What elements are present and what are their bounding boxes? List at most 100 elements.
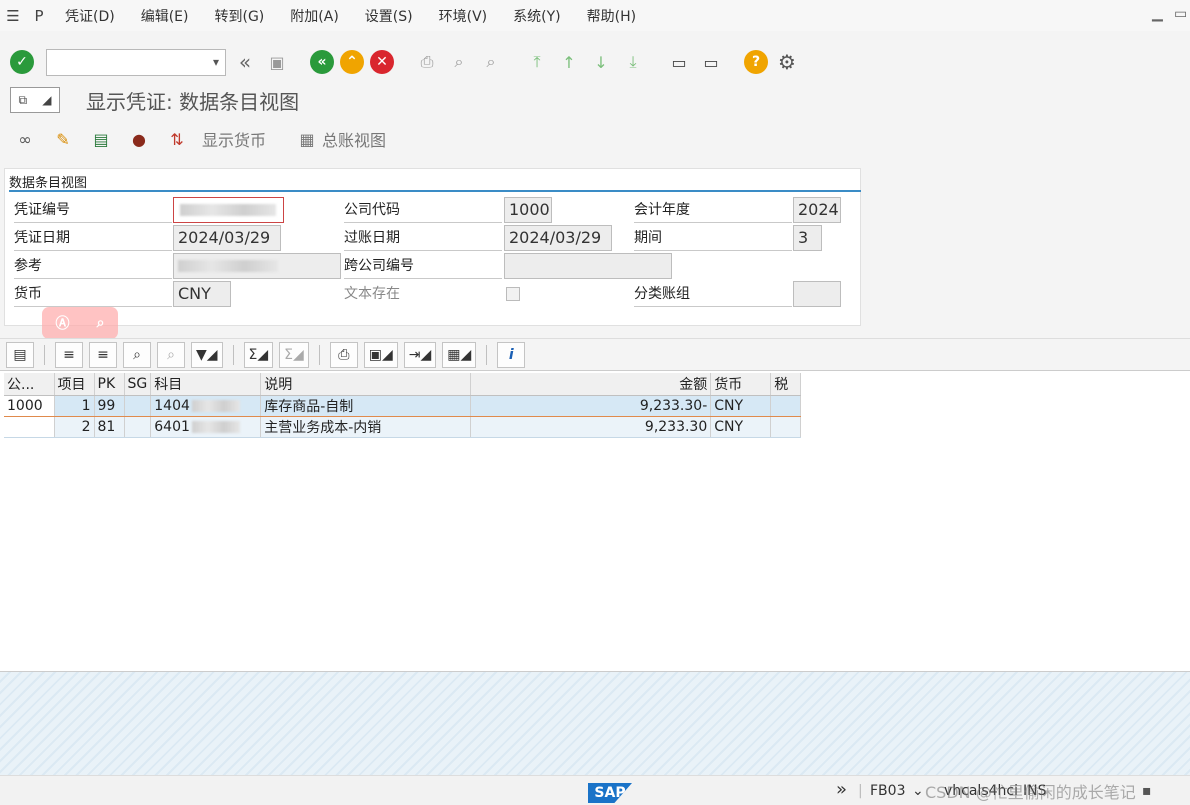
filter-icon[interactable]: ▼◢ bbox=[191, 341, 223, 368]
fiscal-year-field[interactable]: 2024 bbox=[793, 197, 841, 223]
reference-field[interactable] bbox=[173, 253, 341, 279]
cell-item[interactable]: 2 bbox=[54, 416, 95, 438]
find-icon[interactable]: ⌕ bbox=[123, 341, 151, 368]
details-icon[interactable]: ▤ bbox=[88, 126, 114, 152]
sum-icon[interactable]: Σ◢ bbox=[243, 341, 274, 368]
menu-edit[interactable]: 编辑(E) bbox=[128, 6, 202, 26]
info-icon[interactable]: i bbox=[497, 341, 526, 368]
check-icon[interactable]: ✓ bbox=[10, 50, 34, 74]
export-icon[interactable]: ⇥◢ bbox=[403, 341, 437, 368]
print-icon[interactable]: ⎙ bbox=[329, 341, 358, 368]
cell-sg[interactable] bbox=[124, 394, 152, 417]
col-tax[interactable]: 税 bbox=[770, 373, 802, 396]
shortcut-icon[interactable]: ▭ bbox=[698, 49, 724, 75]
col-pk[interactable]: PK bbox=[94, 373, 125, 396]
edit-document-icon[interactable]: ✎ bbox=[50, 126, 76, 152]
find-icon[interactable]: ⌕ bbox=[446, 49, 472, 75]
last-page-icon[interactable]: ⤓ bbox=[620, 49, 646, 75]
next-page-icon[interactable]: ↓ bbox=[588, 49, 614, 75]
cell-sg[interactable] bbox=[124, 416, 152, 438]
ai-icon[interactable]: Ⓐ bbox=[56, 313, 70, 333]
system-menu-icon[interactable]: ☰ bbox=[0, 0, 26, 31]
menu-settings[interactable]: 设置(S) bbox=[352, 6, 426, 26]
views-icon[interactable]: ▣◢ bbox=[363, 341, 398, 368]
up-icon[interactable]: ⌃ bbox=[340, 50, 364, 74]
table-row[interactable]: 2 81 6401 主营业务成本-内销 9,233.30 CNY bbox=[4, 416, 802, 438]
text-exists-checkbox[interactable] bbox=[506, 287, 520, 301]
print-icon[interactable]: ⎙ bbox=[414, 49, 440, 75]
menu-goto[interactable]: 转到(G) bbox=[202, 6, 278, 26]
display-currency-button[interactable]: 显示货币 bbox=[202, 127, 266, 151]
cell-account[interactable]: 1404 bbox=[150, 394, 262, 417]
ai-assistant-overlay[interactable]: Ⓐ ⌕ bbox=[42, 307, 118, 339]
posting-date-field[interactable]: 2024/03/29 bbox=[504, 225, 612, 251]
period-field[interactable]: 3 bbox=[793, 225, 822, 251]
search-icon[interactable]: ⌕ bbox=[97, 315, 105, 331]
command-field[interactable]: ▾ bbox=[46, 48, 226, 76]
menu-document[interactable]: 凭证(D) bbox=[52, 6, 128, 26]
session-menu-button[interactable]: ⧉ ◢ bbox=[10, 87, 60, 113]
col-currency[interactable]: 货币 bbox=[710, 373, 772, 396]
subtotal-icon[interactable]: Σ◢ bbox=[279, 341, 309, 368]
cell-tax[interactable] bbox=[770, 394, 802, 417]
ledger-group-field[interactable] bbox=[793, 281, 841, 307]
cell-tax[interactable] bbox=[770, 416, 802, 438]
cell-amount[interactable]: 9,233.30 bbox=[470, 416, 712, 438]
col-description[interactable]: 说明 bbox=[260, 373, 472, 396]
first-page-icon[interactable]: ⤒ bbox=[524, 49, 550, 75]
menu-extras[interactable]: 附加(A) bbox=[277, 6, 352, 26]
menu-bar: ☰ P 凭证(D) 编辑(E) 转到(G) 附加(A) 设置(S) 环境(V) … bbox=[0, 0, 1190, 31]
currency-field[interactable]: CNY bbox=[173, 281, 231, 307]
expand-status-icon[interactable]: » bbox=[836, 779, 847, 800]
cell-description[interactable]: 库存商品-自制 bbox=[260, 394, 472, 417]
find-next-icon[interactable]: ⌕ bbox=[157, 341, 185, 368]
customize-icon[interactable]: P bbox=[26, 0, 52, 31]
save-icon[interactable]: ▣ bbox=[264, 49, 290, 75]
sort-ascending-icon[interactable]: ≡ bbox=[55, 341, 83, 368]
new-session-icon[interactable]: ▭ bbox=[666, 49, 692, 75]
cell-company[interactable]: 1000 bbox=[4, 394, 55, 417]
layout-icon[interactable]: ▦◢ bbox=[442, 341, 477, 368]
currency-icon[interactable]: ⇅ bbox=[164, 126, 190, 152]
col-account[interactable]: 科目 bbox=[150, 373, 262, 396]
details-icon[interactable]: ▤ bbox=[6, 341, 34, 368]
doc-date-field[interactable]: 2024/03/29 bbox=[173, 225, 281, 251]
col-amount[interactable]: 金额 bbox=[470, 373, 712, 396]
chevron-down-icon[interactable]: ⌄ bbox=[912, 783, 924, 799]
hat-icon[interactable]: ● bbox=[126, 126, 152, 152]
ledger-icon[interactable]: ▦ bbox=[294, 126, 320, 152]
cell-item[interactable]: 1 bbox=[54, 394, 95, 417]
table-row[interactable]: 1000 1 99 1404 库存商品-自制 9,233.30- CNY bbox=[4, 394, 802, 417]
glasses-icon[interactable]: ∞ bbox=[12, 126, 38, 152]
cell-description[interactable]: 主营业务成本-内销 bbox=[260, 416, 472, 438]
col-company[interactable]: 公... bbox=[4, 373, 55, 396]
doc-no-field[interactable] bbox=[173, 197, 284, 223]
back-icon[interactable]: « bbox=[310, 50, 334, 74]
menu-system[interactable]: 系统(Y) bbox=[500, 6, 573, 26]
col-sg[interactable]: SG bbox=[124, 373, 152, 396]
cell-amount[interactable]: 9,233.30- bbox=[470, 394, 712, 417]
restore-icon[interactable]: ▭ bbox=[1174, 6, 1187, 22]
company-code-field[interactable]: 1000 bbox=[504, 197, 552, 223]
cell-pk[interactable]: 99 bbox=[94, 394, 125, 417]
settings-icon[interactable]: ⚙ bbox=[774, 49, 800, 75]
sort-descending-icon[interactable]: ≡ bbox=[89, 341, 117, 368]
find-next-icon[interactable]: ⌕ bbox=[478, 49, 504, 75]
cell-company[interactable] bbox=[4, 416, 55, 438]
menu-help[interactable]: 帮助(H) bbox=[574, 6, 649, 26]
text-exists-label: 文本存在 bbox=[344, 286, 400, 302]
col-item[interactable]: 项目 bbox=[54, 373, 95, 396]
cell-account[interactable]: 6401 bbox=[150, 416, 262, 438]
cell-currency[interactable]: CNY bbox=[710, 394, 772, 417]
cell-currency[interactable]: CNY bbox=[710, 416, 772, 438]
cancel-icon[interactable]: ✕ bbox=[370, 50, 394, 74]
sap-logo: SAP bbox=[588, 783, 632, 803]
menu-environment[interactable]: 环境(V) bbox=[426, 6, 501, 26]
cell-pk[interactable]: 81 bbox=[94, 416, 125, 438]
prev-page-icon[interactable]: ↑ bbox=[556, 49, 582, 75]
help-icon[interactable]: ? bbox=[744, 50, 768, 74]
collapse-icon[interactable]: « bbox=[232, 49, 258, 75]
minimize-icon[interactable]: ▁ bbox=[1152, 6, 1163, 22]
cross-company-field[interactable] bbox=[504, 253, 672, 279]
general-ledger-view-button[interactable]: 总账视图 bbox=[322, 127, 386, 151]
